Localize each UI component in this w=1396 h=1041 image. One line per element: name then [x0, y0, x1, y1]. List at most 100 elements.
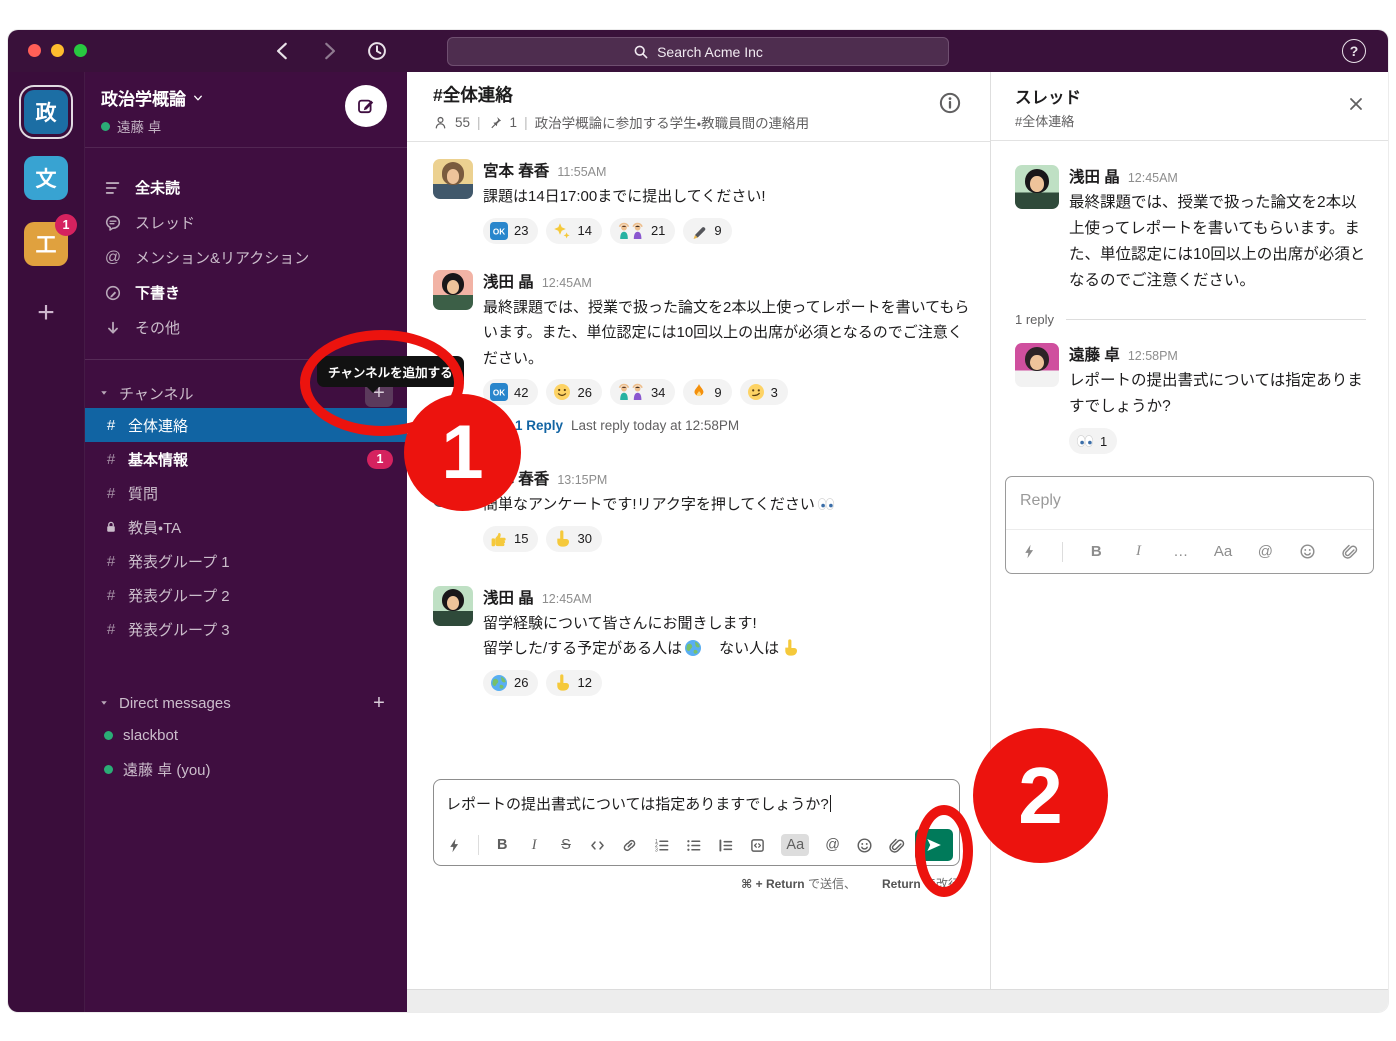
emoji-button[interactable] — [1299, 541, 1317, 563]
message-author[interactable]: 浅田 晶 — [483, 270, 534, 292]
workspace-initial: 文 — [36, 163, 57, 193]
blockquote-button[interactable] — [717, 834, 734, 856]
minimize-window-button[interactable] — [51, 44, 64, 57]
code-block-button[interactable] — [749, 834, 766, 856]
reaction-pill[interactable]: 12 — [546, 670, 601, 696]
message-timestamp[interactable]: 12:45AM — [542, 276, 592, 290]
history-back-icon[interactable] — [272, 40, 294, 62]
sidebar-item-all-unreads[interactable]: 全未読 — [85, 170, 407, 205]
channel-info-icon[interactable] — [938, 91, 962, 115]
message-text: 課題は14日17:00までに提出してください! — [483, 184, 766, 210]
add-workspace-button[interactable]: + — [37, 298, 55, 328]
message-author[interactable]: 浅田 晶 — [1069, 165, 1120, 187]
sidebar-channel-item[interactable]: # 発表グループ 1 — [85, 544, 407, 578]
shortcuts-button[interactable] — [1020, 541, 1038, 563]
italic-button[interactable]: I — [526, 834, 543, 856]
close-window-button[interactable] — [28, 44, 41, 57]
avatar — [433, 159, 473, 199]
workspace-unread-badge: 1 — [55, 214, 77, 236]
avatar — [483, 413, 507, 437]
dm-section-header[interactable]: Direct messages + — [85, 688, 407, 718]
sidebar-item-drafts[interactable]: 下書き — [85, 275, 407, 310]
mention-button[interactable]: @ — [824, 834, 841, 856]
paperclip-icon — [1341, 543, 1358, 560]
bold-button[interactable]: B — [1087, 541, 1105, 563]
sidebar-channel-item[interactable]: # 全体連絡 — [85, 408, 407, 442]
reaction-pill[interactable]: 23 — [483, 218, 538, 244]
reaction-pill[interactable]: 9 — [683, 379, 731, 405]
sidebar-channel-item[interactable]: # 質問 — [85, 476, 407, 510]
reaction-pill[interactable]: 30 — [546, 526, 601, 552]
code-button[interactable] — [589, 834, 606, 856]
sidebar-item-more[interactable]: その他 — [85, 310, 407, 345]
ordered-list-button[interactable] — [653, 834, 670, 856]
pin-count[interactable]: 1 — [510, 115, 518, 130]
sidebar-channel-item[interactable]: # 基本情報 1 — [85, 442, 407, 476]
reaction-pill[interactable]: 26 — [546, 379, 601, 405]
ok-person-pair-emoji-icon — [617, 383, 645, 401]
reaction-pill[interactable]: 26 — [483, 670, 538, 696]
hash-icon: # — [104, 587, 118, 604]
strikethrough-button[interactable]: S — [558, 834, 575, 856]
reaction-pill[interactable]: 34 — [610, 379, 675, 405]
reply-input[interactable]: Reply — [1006, 477, 1373, 529]
channel-header: #全体連絡 55 | 1 | 政治学概論に参加する学生・教職員間の連絡用 — [407, 72, 990, 142]
add-dm-button[interactable]: + — [365, 689, 393, 717]
italic-button[interactable]: I — [1129, 541, 1147, 563]
message-timestamp[interactable]: 13:15PM — [557, 473, 607, 487]
message-timestamp[interactable]: 12:45AM — [542, 592, 592, 606]
attach-button[interactable] — [888, 834, 905, 856]
history-forward-icon[interactable] — [318, 40, 340, 62]
search-placeholder: Search Acme Inc — [657, 44, 763, 60]
sidebar-channel-item[interactable]: 教員・TA — [85, 510, 407, 544]
message-author[interactable]: 宮本 春香 — [483, 159, 549, 181]
bulleted-list-button[interactable] — [685, 834, 702, 856]
link-button[interactable] — [621, 834, 638, 856]
message-timestamp[interactable]: 12:58PM — [1128, 349, 1178, 363]
reply-count-link[interactable]: 1 Reply — [515, 418, 563, 433]
close-icon[interactable] — [1346, 94, 1366, 114]
message-input[interactable]: レポートの提出書式については指定ありますでしょうか? — [434, 780, 959, 825]
workspace-switcher-politics[interactable]: 政 — [24, 90, 68, 134]
channel-topic[interactable]: 政治学概論に参加する学生・教職員間の連絡用 — [535, 112, 810, 132]
member-count[interactable]: 55 — [455, 115, 470, 130]
help-button[interactable]: ? — [1342, 39, 1366, 63]
history-clock-icon[interactable] — [366, 40, 388, 62]
at-icon: @ — [104, 249, 122, 267]
bold-button[interactable]: B — [494, 834, 511, 856]
reaction-pill[interactable]: 15 — [483, 526, 538, 552]
sidebar-channel-item[interactable]: # 発表グループ 3 — [85, 612, 407, 646]
sidebar-dm-item[interactable]: slackbot — [85, 718, 407, 752]
reaction-pill[interactable]: 21 — [610, 218, 675, 244]
emoji-button[interactable] — [856, 834, 873, 856]
sidebar-item-mentions[interactable]: @ メンション&リアクション — [85, 240, 407, 275]
sidebar-dm-item[interactable]: 遠藤 卓 (you) — [85, 752, 407, 786]
more-formatting-button[interactable]: … — [1172, 541, 1190, 563]
message-timestamp[interactable]: 11:55AM — [557, 165, 606, 179]
send-button[interactable] — [915, 829, 953, 861]
reaction-pill[interactable]: 14 — [546, 218, 601, 244]
zoom-window-button[interactable] — [74, 44, 87, 57]
channel-title[interactable]: #全体連絡 — [433, 82, 974, 107]
thread-reply-bar[interactable]: 1 Reply Last reply today at 12:58PM — [483, 413, 970, 437]
reaction-pill[interactable]: 42 — [483, 379, 538, 405]
sidebar-item-threads[interactable]: スレッド — [85, 205, 407, 240]
search-input[interactable]: Search Acme Inc — [447, 37, 949, 66]
mention-button[interactable]: @ — [1256, 541, 1274, 563]
reaction-pill[interactable]: 3 — [740, 379, 788, 405]
workspace-switcher-literature[interactable]: 文 — [24, 156, 68, 200]
message-author[interactable]: 遠藤 卓 — [1069, 343, 1120, 365]
arrow-down-icon — [104, 319, 122, 337]
message-timestamp[interactable]: 12:45AM — [1128, 171, 1178, 185]
message-author[interactable]: 宮本 春香 — [483, 467, 549, 489]
sidebar-channel-item[interactable]: # 発表グループ 2 — [85, 578, 407, 612]
reaction-pill[interactable]: 1 — [1069, 428, 1117, 454]
shortcuts-button[interactable] — [446, 834, 463, 856]
message-author[interactable]: 浅田 晶 — [483, 586, 534, 608]
workspace-switcher-engineering[interactable]: 工 1 — [24, 222, 68, 266]
format-toggle-button[interactable]: Aa — [1214, 541, 1232, 563]
format-toggle-button[interactable]: Aa — [781, 834, 809, 856]
attach-button[interactable] — [1341, 541, 1359, 563]
reaction-pill[interactable]: 9 — [683, 218, 731, 244]
new-message-button[interactable] — [345, 85, 387, 127]
